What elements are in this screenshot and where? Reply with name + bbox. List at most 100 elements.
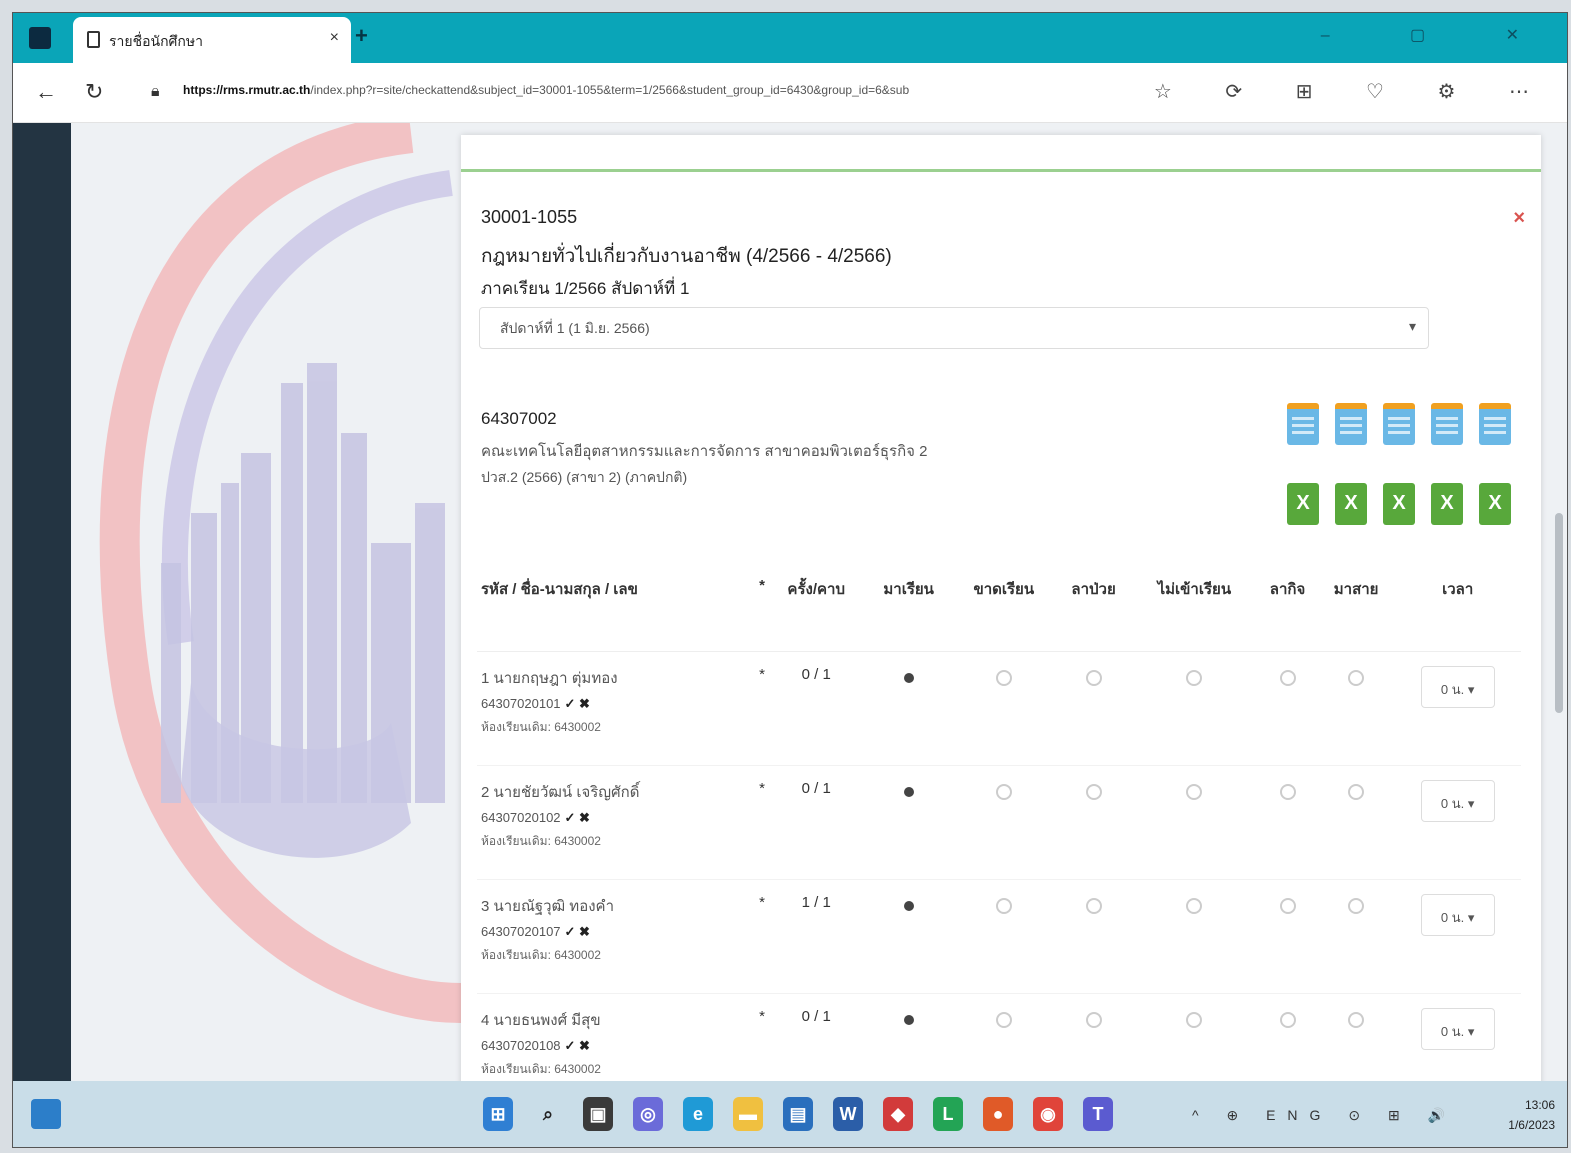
taskbar: ⊞ ⌕ ▣ ◎ e ▬ ▤ W ◆ L ● ◉ T ^ ⊕ ENG ⊙ ⊞ 🔊 … bbox=[13, 1081, 1567, 1147]
scrollbar-thumb[interactable] bbox=[1555, 513, 1563, 713]
radio-absent[interactable] bbox=[995, 897, 1012, 914]
folder-icon[interactable]: ▬ bbox=[733, 1097, 763, 1131]
radio-late[interactable] bbox=[1348, 669, 1365, 686]
student-name: 2 นายชัยวัฒน์ เจริญศักดิ์ bbox=[481, 783, 640, 801]
lock-icon[interactable]: 🔒︎ bbox=[151, 83, 160, 101]
attendance-table: รหัส / ชื่อ-นามสกุล / เลข * ครั้ง/คาบ มา… bbox=[477, 565, 1521, 1081]
chrome-icon[interactable]: ◉ bbox=[1033, 1097, 1063, 1131]
student-meta: ห้องเรียนเดิม: 6430002 bbox=[481, 1061, 601, 1076]
time-select[interactable]: 0 น. ▾ bbox=[1420, 893, 1495, 936]
close-icon[interactable]: × bbox=[1513, 207, 1525, 230]
radio-present[interactable] bbox=[903, 786, 914, 797]
tab-close-icon[interactable]: × bbox=[330, 29, 339, 47]
student-id: 64307020102 ✓ ✖ bbox=[481, 810, 757, 826]
url-field[interactable]: https://rms.rmutr.ac.th/index.php?r=site… bbox=[183, 83, 1218, 97]
app-icon-red[interactable]: ◆ bbox=[883, 1097, 913, 1131]
system-tray[interactable]: ^ ⊕ ENG ⊙ ⊞ 🔊 bbox=[1192, 1107, 1457, 1124]
time-select[interactable]: 0 น. ▾ bbox=[1420, 1007, 1495, 1050]
radio-sick[interactable] bbox=[1085, 783, 1102, 800]
radio-late[interactable] bbox=[1348, 783, 1365, 800]
time-select[interactable]: 0 น. ▾ bbox=[1420, 779, 1495, 822]
widgets-icon[interactable] bbox=[31, 1099, 61, 1129]
app-icon-orange[interactable]: ● bbox=[983, 1097, 1013, 1131]
store-icon[interactable]: ▤ bbox=[783, 1097, 813, 1131]
radio-present[interactable] bbox=[903, 672, 914, 683]
course-code: 30001-1055 bbox=[481, 207, 578, 227]
table-row: 3 นายณัฐวุฒิ ทองคำ 64307020107 ✓ ✖ ห้องเร… bbox=[477, 879, 1521, 994]
radio-missing[interactable] bbox=[1186, 783, 1203, 800]
excel-icon[interactable]: X bbox=[1431, 483, 1463, 525]
student-meta: ห้องเรียนเดิม: 6430002 bbox=[481, 719, 601, 734]
col-header-sick: ลาป่วย bbox=[1055, 565, 1132, 652]
radio-late[interactable] bbox=[1348, 1011, 1365, 1028]
word-icon[interactable]: W bbox=[833, 1097, 863, 1131]
radio-missing[interactable] bbox=[1186, 669, 1203, 686]
radio-missing[interactable] bbox=[1186, 897, 1203, 914]
student-meta: ห้องเรียนเดิม: 6430002 bbox=[481, 947, 601, 962]
count-cell: 1 / 1 bbox=[766, 879, 866, 994]
excel-icon[interactable]: X bbox=[1335, 483, 1367, 525]
address-bar: ← ↻ 🔒︎ https://rms.rmutr.ac.th/index.php… bbox=[13, 63, 1567, 123]
sidebar-dark bbox=[13, 123, 71, 1081]
student-cell: 3 นายณัฐวุฒิ ทองคำ 64307020107 ✓ ✖ ห้องเร… bbox=[477, 879, 757, 994]
radio-leave[interactable] bbox=[1279, 897, 1296, 914]
tab-strip: รายชื่อนักศึกษา × + – ▢ ✕ bbox=[13, 13, 1567, 63]
line-icon[interactable]: L bbox=[933, 1097, 963, 1131]
tab-actions-icon[interactable] bbox=[29, 27, 51, 49]
radio-absent[interactable] bbox=[995, 1011, 1012, 1028]
calendar-icon[interactable] bbox=[1287, 403, 1319, 445]
clock[interactable]: 13:06 1/6/2023 bbox=[1508, 1095, 1555, 1135]
task-view-icon[interactable]: ▣ bbox=[583, 1097, 613, 1131]
radio-absent[interactable] bbox=[995, 669, 1012, 686]
radio-leave[interactable] bbox=[1279, 669, 1296, 686]
toolbar-icons[interactable]: ☆ ⟳ ⊞ ♡ ⚙ ⋯ bbox=[1154, 79, 1553, 104]
col-header-count: ครั้ง/คาบ bbox=[766, 565, 866, 652]
excel-icon[interactable]: X bbox=[1287, 483, 1319, 525]
back-icon[interactable]: ← bbox=[35, 79, 57, 105]
radio-sick[interactable] bbox=[1085, 1011, 1102, 1028]
group-faculty: คณะเทคโนโลยีอุตสาหกรรมและการจัดการ สาขาค… bbox=[481, 443, 928, 460]
time-select-value: 0 น. bbox=[1440, 909, 1465, 925]
excel-icon-row: X X X X X bbox=[1287, 483, 1511, 525]
chat-icon[interactable]: ◎ bbox=[633, 1097, 663, 1131]
calendar-icon[interactable] bbox=[1383, 403, 1415, 445]
radio-present[interactable] bbox=[903, 1014, 914, 1025]
attendance-modal: × 30001-1055 กฎหมายทั่วไปเกี่ยวกับงานอาช… bbox=[461, 135, 1541, 1081]
window-controls[interactable]: – ▢ ✕ bbox=[1321, 25, 1557, 45]
radio-sick[interactable] bbox=[1085, 669, 1102, 686]
count-cell: 0 / 1 bbox=[766, 993, 866, 1081]
reload-icon[interactable]: ↻ bbox=[85, 79, 103, 105]
new-tab-button[interactable]: + bbox=[355, 23, 368, 49]
page-scrollbar[interactable] bbox=[1553, 123, 1565, 1081]
radio-leave[interactable] bbox=[1279, 1011, 1296, 1028]
radio-leave[interactable] bbox=[1279, 783, 1296, 800]
time-select[interactable]: 0 น. ▾ bbox=[1420, 665, 1495, 708]
status-icons[interactable]: ✓ ✖ bbox=[565, 810, 590, 825]
excel-icon[interactable]: X bbox=[1383, 483, 1415, 525]
start-icon[interactable]: ⊞ bbox=[483, 1097, 513, 1131]
status-icons[interactable]: ✓ ✖ bbox=[565, 1038, 590, 1053]
edge-icon[interactable]: e bbox=[683, 1097, 713, 1131]
status-icons[interactable]: ✓ ✖ bbox=[565, 696, 590, 711]
radio-sick[interactable] bbox=[1085, 897, 1102, 914]
browser-tab[interactable]: รายชื่อนักศึกษา × bbox=[73, 17, 351, 63]
col-header-star: * bbox=[757, 565, 767, 652]
calendar-icon[interactable] bbox=[1431, 403, 1463, 445]
calendar-icon[interactable] bbox=[1335, 403, 1367, 445]
student-id-value: 64307020102 bbox=[481, 809, 561, 825]
star-cell: * bbox=[757, 651, 767, 766]
calendar-icon[interactable] bbox=[1479, 403, 1511, 445]
url-path: /index.php?r=site/checkattend&subject_id… bbox=[310, 83, 910, 97]
radio-absent[interactable] bbox=[995, 783, 1012, 800]
radio-present[interactable] bbox=[903, 900, 914, 911]
teams-icon[interactable]: T bbox=[1083, 1097, 1113, 1131]
col-header-leave: ลากิจ bbox=[1257, 565, 1318, 652]
excel-icon[interactable]: X bbox=[1479, 483, 1511, 525]
radio-missing[interactable] bbox=[1186, 1011, 1203, 1028]
star-cell: * bbox=[757, 993, 767, 1081]
search-icon[interactable]: ⌕ bbox=[533, 1097, 563, 1131]
course-title: กฎหมายทั่วไปเกี่ยวกับงานอาชีพ (4/2566 - … bbox=[481, 246, 892, 267]
week-select[interactable]: สัปดาห์ที่ 1 (1 มิ.ย. 2566) ▾ bbox=[479, 307, 1429, 349]
radio-late[interactable] bbox=[1348, 897, 1365, 914]
status-icons[interactable]: ✓ ✖ bbox=[565, 924, 590, 939]
